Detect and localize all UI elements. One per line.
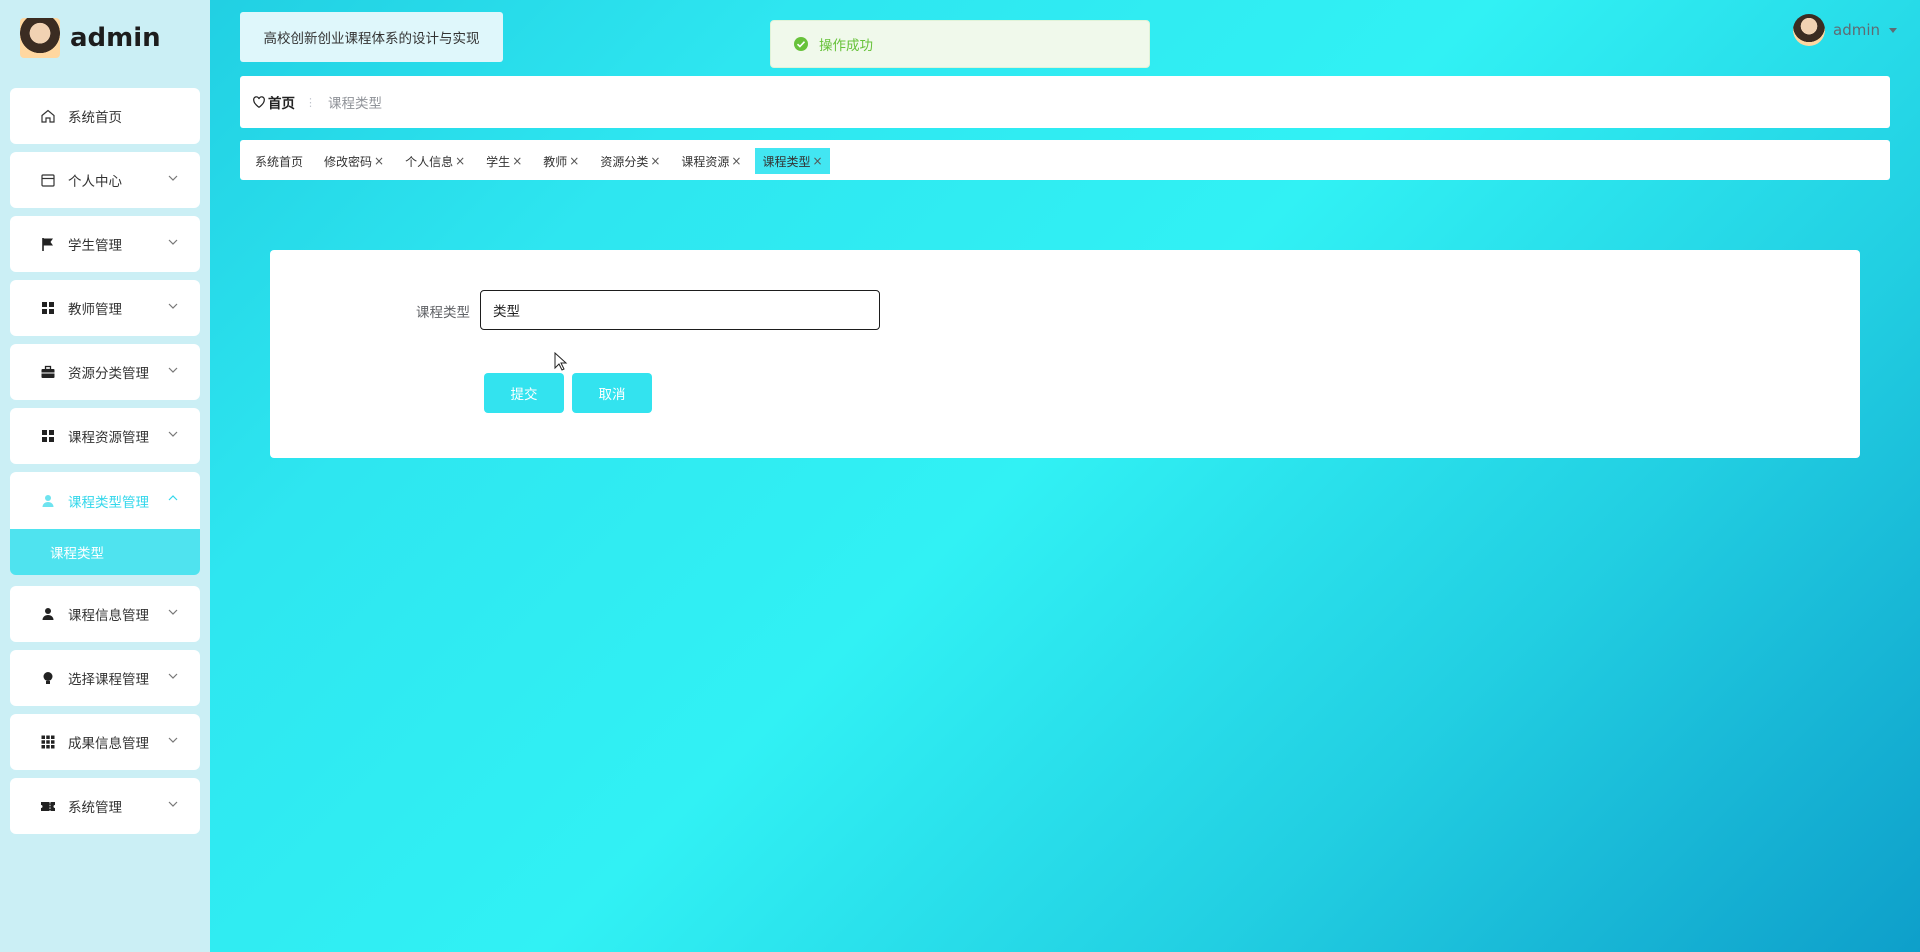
sidebar-item-course-resource[interactable]: 课程资源管理 [10,408,200,464]
breadcrumb: 首页 ⋮ 课程类型 [240,76,1890,128]
sidebar: admin 系统首页 个人中心 学生管理 教师管理 资源分类管理 课程资源管理 … [0,0,210,952]
sidebar-item-home[interactable]: 系统首页 [10,88,200,144]
grid-icon [40,300,56,316]
breadcrumb-current: 课程类型 [328,96,382,112]
tag-course-type[interactable]: 课程类型 × [755,148,830,174]
tag-student[interactable]: 学生 × [479,148,529,174]
form-card [270,250,1860,458]
chevron-down-icon [168,175,178,181]
tag-home[interactable]: 系统首页 [248,148,310,174]
brand: admin [20,18,161,58]
sidebar-item-label: 学生管理 [68,238,122,254]
sidebar-item-system[interactable]: 系统管理 [10,778,200,834]
home-icon [40,108,56,124]
check-circle-icon [794,37,808,51]
submenu-item-label: 课程类型 [50,546,104,562]
apps-icon [40,734,56,750]
sidebar-item-label: 课程类型管理 [68,494,149,511]
briefcase-icon [40,364,56,380]
chevron-down-icon [168,609,178,615]
sidebar-item-label: 选择课程管理 [68,672,149,688]
user-icon [40,606,56,622]
heart-icon [253,96,265,108]
submenu-item-course-type[interactable]: 课程类型 [10,529,200,575]
flag-icon [40,236,56,252]
toast-message: 操作成功 [819,38,873,54]
grid-icon [40,428,56,444]
course-type-label: 课程类型 [416,305,470,321]
sidebar-item-teachers[interactable]: 教师管理 [10,280,200,336]
tag-teacher[interactable]: 教师 × [536,148,586,174]
sidebar-item-course-selection[interactable]: 选择课程管理 [10,650,200,706]
sidebar-item-label: 系统管理 [68,800,122,816]
tag-label: 资源分类 [600,154,649,169]
tag-label: 学生 [486,154,511,169]
close-icon[interactable]: × [374,154,384,168]
tag-label: 个人信息 [405,154,454,169]
user-avatar [1793,14,1825,46]
ticket-icon [40,798,56,814]
sidebar-item-label: 系统首页 [68,110,122,126]
tags-view: 系统首页 修改密码 × 个人信息 × 学生 × 教师 × 资源分类 × 课程资源 × 课程类… [240,140,1890,180]
success-toast: 操作成功 [770,20,1150,68]
sidebar-item-students[interactable]: 学生管理 [10,216,200,272]
sidebar-item-achievements[interactable]: 成果信息管理 [10,714,200,770]
bulb-icon [40,670,56,686]
user-menu[interactable]: admin [1793,14,1898,46]
sidebar-item-label: 资源分类管理 [68,366,149,382]
app-title: 高校创新创业课程体系的设计与实现 [240,12,503,62]
sidebar-item-course-type[interactable]: 课程类型管理 [10,472,200,529]
chevron-down-icon [168,303,178,309]
sidebar-item-personal[interactable]: 个人中心 [10,152,200,208]
tag-label: 课程类型 [762,154,811,169]
close-icon[interactable]: × [512,154,522,168]
chevron-up-icon [168,495,178,501]
mouse-cursor-icon [554,352,568,371]
sidebar-item-label: 教师管理 [68,302,122,318]
close-icon[interactable]: × [731,154,741,168]
sidebar-item-label: 课程信息管理 [68,608,149,624]
tag-personal-info[interactable]: 个人信息 × [398,148,472,174]
close-icon[interactable]: × [813,154,823,168]
user-name: admin [1833,21,1880,39]
chevron-down-icon [168,239,178,245]
sidebar-item-course-info[interactable]: 课程信息管理 [10,586,200,642]
tag-label: 系统首页 [255,154,304,169]
submit-button[interactable]: 提交 [484,373,564,413]
chevron-down-icon [168,673,178,679]
caret-down-icon [1889,28,1897,33]
tag-label: 修改密码 [324,154,373,169]
chevron-down-icon [168,801,178,807]
sidebar-item-label: 成果信息管理 [68,736,149,752]
sidebar-item-label: 课程资源管理 [68,430,149,446]
course-type-input[interactable] [480,290,880,330]
tag-change-password[interactable]: 修改密码 × [317,148,391,174]
cancel-button[interactable]: 取消 [572,373,652,413]
breadcrumb-home-label: 首页 [268,96,295,112]
sidebar-item-label: 个人中心 [68,174,122,190]
chevron-down-icon [168,431,178,437]
chevron-down-icon [168,737,178,743]
brand-name: admin [70,23,161,53]
chevron-down-icon [168,367,178,373]
tag-resource-category[interactable]: 资源分类 × [593,148,667,174]
calendar-icon [40,172,56,188]
tag-label: 课程资源 [681,154,730,169]
avatar [20,18,60,58]
user-icon [40,493,56,509]
sidebar-item-resource-category[interactable]: 资源分类管理 [10,344,200,400]
close-icon[interactable]: × [455,154,465,168]
breadcrumb-home[interactable]: 首页 [252,92,295,112]
tag-course-resource[interactable]: 课程资源 × [674,148,748,174]
close-icon[interactable]: × [650,154,660,168]
breadcrumb-separator: ⋮ [305,95,316,109]
close-icon[interactable]: × [569,154,579,168]
tag-label: 教师 [543,154,568,169]
